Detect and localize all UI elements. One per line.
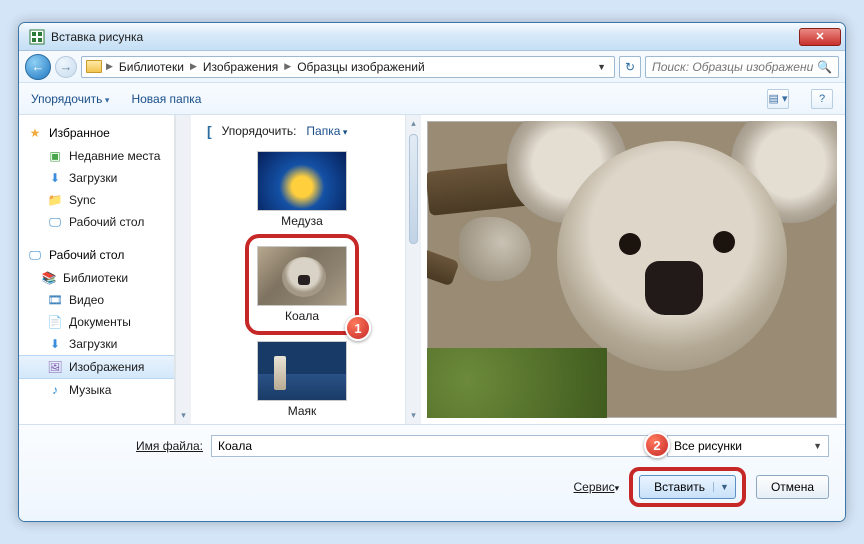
insert-highlight: Вставить ▼ <box>629 467 746 507</box>
sidebar-item-documents[interactable]: 📄Документы <box>19 311 174 333</box>
forward-button[interactable]: → <box>55 56 77 78</box>
dialog-body: ★ Избранное ▣Недавние места ⬇Загрузки 📁S… <box>19 115 845 424</box>
search-input[interactable] <box>652 60 813 74</box>
cancel-button[interactable]: Отмена <box>756 475 829 499</box>
thumbnail <box>257 151 347 211</box>
recent-icon: ▣ <box>47 148 63 164</box>
sidebar-item-libraries[interactable]: 📚Библиотеки <box>19 267 174 289</box>
sidebar-item-desktop[interactable]: 🖵Рабочий стол <box>19 211 174 233</box>
file-list: [ Упорядочить: Папка Медуза Коала 1 <box>191 115 421 424</box>
file-dialog: Вставка рисунка ✕ ← → ▶ Библиотеки ▶ Изо… <box>18 22 846 522</box>
file-label: Маяк <box>288 404 317 418</box>
search-icon: 🔍 <box>817 60 832 74</box>
folder-icon <box>86 60 102 73</box>
document-icon: 📄 <box>47 314 63 330</box>
cancel-label: Отмена <box>771 480 814 494</box>
sidebar-item-video[interactable]: 🎞Видео <box>19 289 174 311</box>
desktop-icon: 🖵 <box>27 247 43 263</box>
favorites-group[interactable]: ★ Избранное <box>19 121 174 145</box>
star-icon: ★ <box>27 125 43 141</box>
file-label: Коала <box>285 309 319 323</box>
sidebar-scrollbar[interactable]: ▾ <box>175 115 191 424</box>
insert-button[interactable]: Вставить ▼ <box>639 475 736 499</box>
library-icon: 📚 <box>41 270 57 286</box>
chevron-down-icon: ▼ <box>813 441 822 451</box>
file-type-filter[interactable]: Все рисунки ▼ 2 <box>667 435 829 457</box>
sidebar-item-downloads[interactable]: ⬇Загрузки <box>19 167 174 189</box>
download-icon: ⬇ <box>47 336 63 352</box>
sidebar-item-lib-downloads[interactable]: ⬇Загрузки <box>19 333 174 355</box>
refresh-button[interactable]: ↻ <box>619 56 641 78</box>
address-bar[interactable]: ▶ Библиотеки ▶ Изображения ▶ Образцы изо… <box>81 56 615 78</box>
app-icon <box>29 29 45 45</box>
chevron-right-icon: ▶ <box>190 61 197 72</box>
filename-input[interactable] <box>211 435 659 457</box>
sidebar-item-images[interactable]: 🖼Изображения <box>19 355 174 379</box>
preview-image <box>427 121 837 418</box>
sort-label: Упорядочить: <box>222 124 297 138</box>
sidebar-item-music[interactable]: ♪Музыка <box>19 379 174 401</box>
address-dropdown[interactable]: ▼ <box>593 62 610 72</box>
file-label: Медуза <box>281 214 323 228</box>
new-folder-button[interactable]: Новая папка <box>131 92 201 106</box>
download-icon: ⬇ <box>47 170 63 186</box>
music-icon: ♪ <box>47 382 63 398</box>
nav-sidebar: ★ Избранное ▣Недавние места ⬇Загрузки 📁S… <box>19 115 175 424</box>
toolbar: Упорядочить Новая папка ▤ ▾ ? <box>19 83 845 115</box>
image-icon: 🖼 <box>47 359 63 375</box>
list-sort-toolbar: [ Упорядочить: Папка <box>205 121 347 145</box>
filter-label: Все рисунки <box>674 439 742 453</box>
breadcrumb-images[interactable]: Изображения <box>201 60 280 74</box>
preview-pane <box>421 115 845 424</box>
tools-menu[interactable]: Сервис <box>574 480 620 494</box>
breadcrumb-samples[interactable]: Образцы изображений <box>295 60 426 74</box>
nav-bar: ← → ▶ Библиотеки ▶ Изображения ▶ Образцы… <box>19 51 845 83</box>
file-item-jellyfish[interactable]: Медуза <box>257 151 347 228</box>
organize-menu[interactable]: Упорядочить <box>31 92 109 106</box>
chevron-right-icon: ▶ <box>284 61 291 72</box>
view-mode-button[interactable]: ▤ ▾ <box>767 89 789 109</box>
chevron-up-icon: ▴ <box>411 118 416 129</box>
close-button[interactable]: ✕ <box>799 28 841 46</box>
thumbnail <box>257 246 347 306</box>
favorites-label: Избранное <box>49 126 110 140</box>
callout-1: 1 <box>345 315 371 341</box>
sidebar-item-sync[interactable]: 📁Sync <box>19 189 174 211</box>
chevron-down-icon: ▾ <box>181 410 186 421</box>
insert-split-dropdown[interactable]: ▼ <box>713 482 729 492</box>
search-box[interactable]: 🔍 <box>645 56 839 78</box>
chevron-down-icon: ▾ <box>411 410 416 421</box>
thumbnail <box>257 341 347 401</box>
filename-label: Имя файла: <box>35 439 203 453</box>
file-item-lighthouse[interactable]: Маяк <box>257 341 347 418</box>
window-title: Вставка рисунка <box>51 30 799 44</box>
desktop-icon: 🖵 <box>47 214 63 230</box>
desktop-root[interactable]: 🖵 Рабочий стол <box>19 243 174 267</box>
breadcrumb-libraries[interactable]: Библиотеки <box>117 60 186 74</box>
sidebar-item-recent[interactable]: ▣Недавние места <box>19 145 174 167</box>
insert-label: Вставить <box>654 480 705 494</box>
file-item-koala[interactable]: Коала <box>257 246 347 323</box>
scrollbar-thumb[interactable] <box>409 134 418 244</box>
titlebar: Вставка рисунка ✕ <box>19 23 845 51</box>
callout-2: 2 <box>644 432 670 458</box>
help-button[interactable]: ? <box>811 89 833 109</box>
back-button[interactable]: ← <box>25 54 51 80</box>
sort-by-folder[interactable]: Папка <box>306 124 347 138</box>
sync-icon: 📁 <box>47 192 63 208</box>
collapse-icon[interactable]: [ <box>207 123 212 139</box>
video-icon: 🎞 <box>47 292 63 308</box>
chevron-right-icon: ▶ <box>106 61 113 72</box>
selection-highlight: Коала 1 <box>245 234 359 335</box>
dialog-footer: Имя файла: Все рисунки ▼ 2 Сервис Встави… <box>19 424 845 521</box>
list-scrollbar[interactable]: ▴ ▾ <box>405 115 421 424</box>
